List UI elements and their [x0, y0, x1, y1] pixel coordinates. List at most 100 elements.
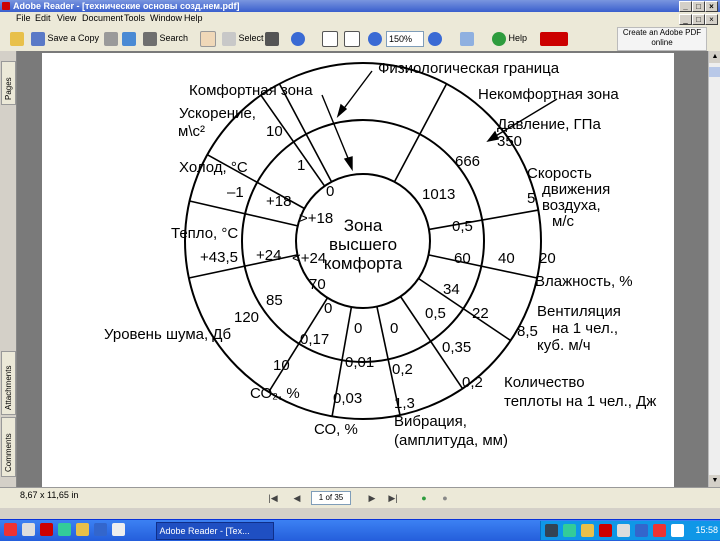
- search-button[interactable]: Search: [143, 30, 188, 46]
- val-pressure-1013: 1013: [422, 186, 455, 203]
- param-air-speed-3: воздуха,: [542, 197, 601, 214]
- zoom-tool-button[interactable]: [291, 30, 305, 46]
- first-page-button[interactable]: |◀: [267, 492, 279, 504]
- quicklaunch-6-icon[interactable]: [112, 523, 125, 536]
- val-co2-10: 10: [273, 357, 290, 374]
- create-pdf-online-button[interactable]: Create an Adobe PDF online: [617, 27, 707, 51]
- title-bar: Adobe Reader - [технические основы созд.…: [0, 0, 720, 12]
- menu-help[interactable]: Help: [184, 12, 203, 25]
- tray-7-icon[interactable]: [653, 524, 666, 537]
- email-button[interactable]: [122, 30, 136, 46]
- menu-edit[interactable]: Edit: [35, 12, 51, 25]
- val-vib-02: 0,2: [392, 361, 413, 378]
- quicklaunch-2-icon[interactable]: [40, 523, 53, 536]
- select-tool-button[interactable]: Select: [222, 30, 264, 46]
- zoom-combo[interactable]: 150%: [386, 31, 424, 47]
- minimize-button[interactable]: _: [679, 1, 692, 12]
- system-tray: 15:58: [540, 521, 720, 540]
- val-co-0: 0: [354, 320, 362, 337]
- go-forward-button[interactable]: ●: [439, 492, 451, 504]
- menu-view[interactable]: View: [57, 12, 76, 25]
- zoom-out-button[interactable]: [368, 30, 382, 46]
- save-copy-button[interactable]: Save a Copy: [31, 30, 99, 46]
- taskbar-adobe-reader-button[interactable]: Adobe Reader - [Tex...: [156, 522, 274, 540]
- help-button[interactable]: Help: [492, 30, 527, 46]
- tab-attachments[interactable]: Attachments: [1, 351, 16, 415]
- folder-open-icon: [10, 31, 24, 46]
- tab-attachments-label: Attachments: [4, 365, 13, 410]
- hand-tool-button[interactable]: [200, 30, 216, 47]
- val-noise-120: 120: [234, 309, 259, 326]
- scroll-thumb[interactable]: [709, 67, 720, 77]
- actual-size-button[interactable]: [322, 30, 338, 47]
- quicklaunch-5-icon[interactable]: [94, 523, 107, 536]
- param-humidity: Влажность, %: [535, 273, 633, 290]
- val-vib-0: 0: [390, 320, 398, 337]
- center-line-2: высшего: [329, 235, 397, 254]
- vertical-scrollbar[interactable]: ▲ ▼: [708, 51, 720, 487]
- taskbar-app-label: Adobe Reader - [Tex...: [159, 526, 250, 536]
- tab-comments[interactable]: Comments: [1, 417, 16, 477]
- param-vibration: Вибрация,: [394, 413, 467, 430]
- menu-file[interactable]: File: [16, 12, 31, 25]
- next-page-button[interactable]: ▶: [366, 492, 378, 504]
- close-button[interactable]: ×: [705, 1, 718, 12]
- tray-5-icon[interactable]: [617, 524, 630, 537]
- tray-4-icon[interactable]: [599, 524, 612, 537]
- val-heat-24: +24: [256, 247, 281, 264]
- rotate-button[interactable]: [460, 30, 474, 46]
- label-comfort-zone: Комфортная зона: [189, 82, 313, 99]
- scroll-up-arrow[interactable]: ▲: [709, 51, 720, 63]
- val-vent-85: 8,5: [517, 323, 538, 340]
- label-physiological-boundary: Физиологическая граница: [378, 60, 560, 77]
- maximize-button[interactable]: □: [692, 1, 705, 12]
- previous-page-button[interactable]: ◀: [291, 492, 303, 504]
- snapshot-button[interactable]: [265, 30, 279, 46]
- quicklaunch-4-icon[interactable]: [76, 523, 89, 536]
- hand-icon: [200, 30, 216, 47]
- tray-6-icon[interactable]: [635, 524, 648, 537]
- param-noise: Уровень шума, Дб: [104, 326, 231, 343]
- open-button[interactable]: [10, 30, 24, 46]
- param-pressure-max: 350: [497, 133, 522, 150]
- print-button[interactable]: [104, 30, 118, 46]
- quicklaunch-3-icon[interactable]: [58, 523, 71, 536]
- toolbar: Save a Copy Search Select Help: [0, 25, 720, 52]
- param-cold: Холод, °С: [179, 159, 248, 176]
- go-back-button[interactable]: ●: [418, 492, 430, 504]
- quicklaunch-1-icon[interactable]: [22, 523, 35, 536]
- param-acceleration: Ускорение,: [179, 105, 256, 122]
- fit-width-button[interactable]: [344, 30, 360, 47]
- cursor-icon: [222, 31, 236, 46]
- start-icon[interactable]: [4, 523, 17, 536]
- doc-minimize-button[interactable]: _: [679, 14, 692, 25]
- tab-pages[interactable]: Pages: [1, 61, 16, 105]
- param-heat-amount-unit: теплоты на 1 чел., Дж: [504, 393, 656, 410]
- menu-window[interactable]: Window: [150, 12, 182, 25]
- menu-tools[interactable]: Tools: [124, 12, 145, 25]
- status-bar: 8,67 x 11,65 in |◀ ◀ 1 of 35 ▶ ▶| ● ●: [0, 487, 720, 508]
- page-number-field[interactable]: 1 of 35: [311, 491, 351, 505]
- tray-8-icon[interactable]: [671, 524, 684, 537]
- disk-icon: [31, 31, 45, 46]
- menu-document[interactable]: Document: [82, 12, 123, 25]
- page-size-readout: 8,67 x 11,65 in: [20, 490, 79, 500]
- val-co2-0: 0: [324, 300, 332, 317]
- val-cold-18: +18: [266, 193, 291, 210]
- doc-restore-button[interactable]: □: [692, 14, 705, 25]
- printer-icon: [104, 31, 118, 46]
- zoom-in-button[interactable]: [428, 30, 442, 46]
- val-heatamt-035: 0,35: [442, 339, 471, 356]
- tray-1-icon[interactable]: [545, 524, 558, 537]
- scroll-down-arrow[interactable]: ▼: [709, 475, 720, 487]
- param-air-speed-unit: м/с: [552, 213, 574, 230]
- val-heat-lt24: <+24: [292, 250, 326, 267]
- param-co: СО, %: [314, 421, 358, 438]
- window-title: Adobe Reader - [технические основы созд.…: [13, 1, 240, 11]
- document-area[interactable]: Физиологическая граница Комфортная зона …: [17, 51, 708, 487]
- last-page-button[interactable]: ▶|: [387, 492, 399, 504]
- tab-comments-label: Comments: [4, 433, 13, 472]
- tray-2-icon[interactable]: [563, 524, 576, 537]
- doc-close-button[interactable]: ×: [705, 14, 718, 25]
- tray-3-icon[interactable]: [581, 524, 594, 537]
